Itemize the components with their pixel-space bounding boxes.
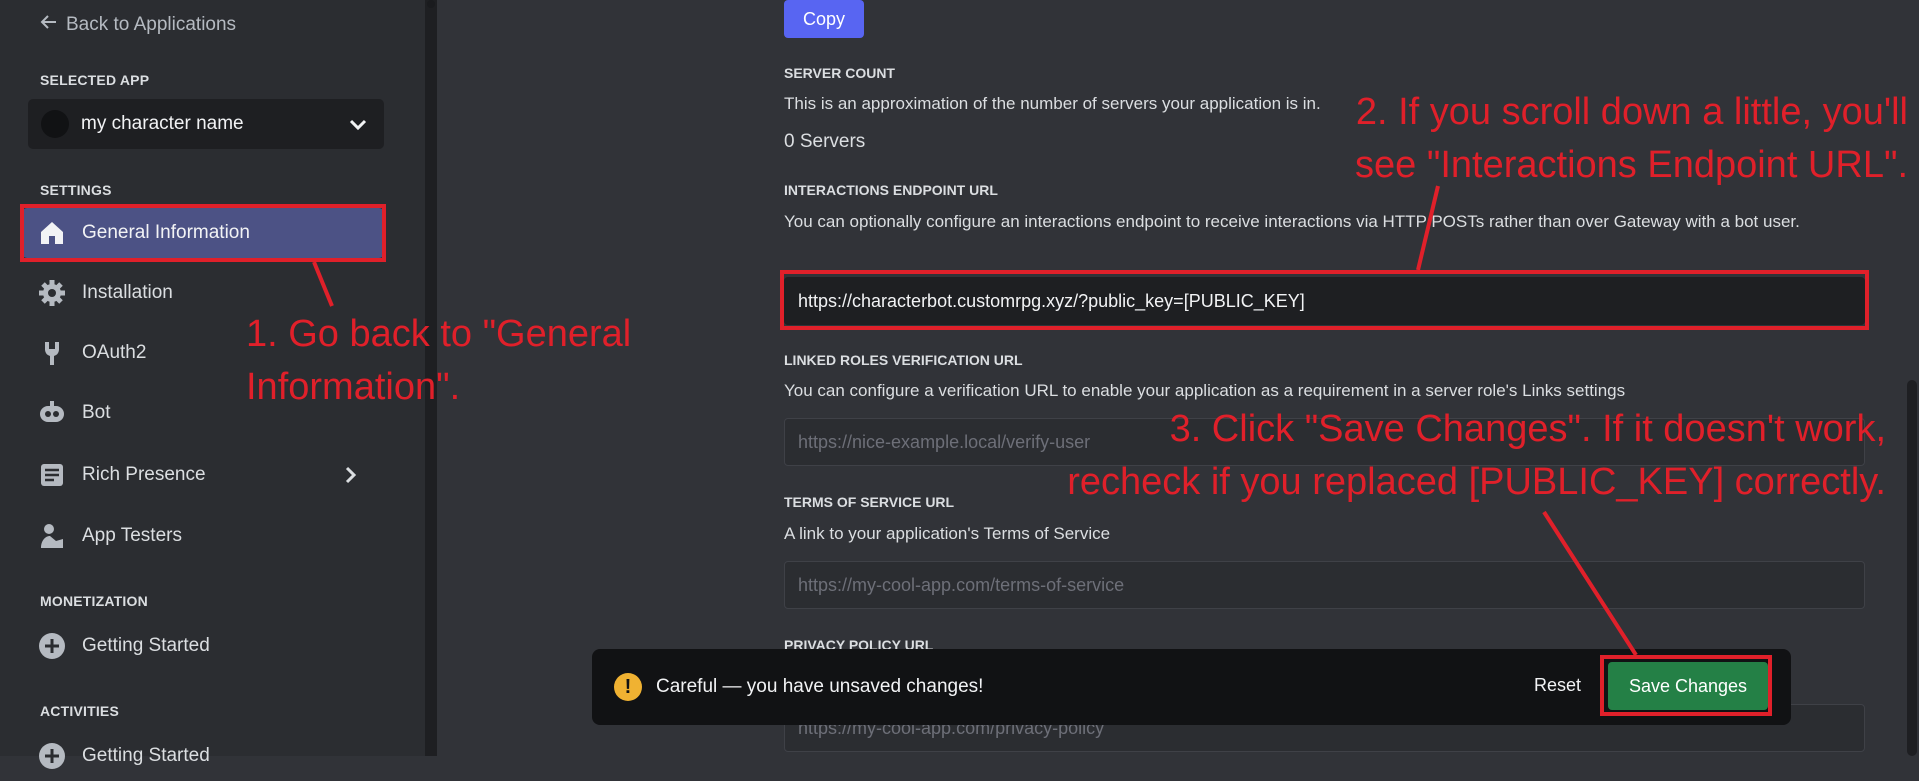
sidebar-item-label: App Testers xyxy=(82,525,182,546)
annotation-step-1: 1. Go back to "General Information". xyxy=(246,308,631,414)
annotation-step-2-line-1: 2. If you scroll down a little, you'll xyxy=(1355,91,1908,133)
unsaved-message: Careful — you have unsaved changes! xyxy=(656,676,984,697)
sidebar-item-label: OAuth2 xyxy=(82,342,147,363)
back-label: Back to Applications xyxy=(66,14,237,35)
document-icon xyxy=(38,461,66,489)
tos-input[interactable]: https://my-cool-app.com/terms-of-service xyxy=(784,561,1865,609)
sidebar-item-label: Getting Started xyxy=(82,635,210,656)
linked-roles-desc: You can configure a verification URL to … xyxy=(784,381,1626,400)
arrow-left-icon xyxy=(40,13,58,37)
content-scrollbar[interactable] xyxy=(1907,380,1917,756)
annotation-box-save-changes xyxy=(1600,655,1772,716)
sidebar-item-app-testers[interactable]: App Testers xyxy=(22,511,384,561)
activities-heading: ACTIVITIES xyxy=(40,703,120,719)
sidebar-item-label: Rich Presence xyxy=(82,464,206,485)
selected-app-heading: SELECTED APP xyxy=(40,72,150,88)
reset-button[interactable]: Reset xyxy=(1534,675,1581,696)
bot-icon xyxy=(38,399,66,427)
back-to-applications-link[interactable]: Back to Applications xyxy=(40,13,236,37)
app-name: my character name xyxy=(81,113,244,134)
annotation-step-3: 3. Click "Save Changes". If it doesn't w… xyxy=(1030,403,1886,509)
server-count-value: 0 Servers xyxy=(784,131,866,152)
sidebar-item-label: Bot xyxy=(82,402,111,423)
tos-title: TERMS OF SERVICE URL xyxy=(784,494,955,510)
warning-icon: ! xyxy=(614,673,642,701)
chevron-right-icon xyxy=(338,463,362,493)
annotation-step-1-line-2: Information". xyxy=(246,366,461,408)
tos-desc: A link to your application's Terms of Se… xyxy=(784,524,1111,543)
plus-circle-icon xyxy=(38,632,66,660)
server-count-title: SERVER COUNT xyxy=(784,65,895,81)
chevron-down-icon xyxy=(346,112,370,141)
annotation-box-general-information xyxy=(20,204,386,262)
monetization-heading: MONETIZATION xyxy=(40,593,148,609)
annotation-step-3-line-2: recheck if you replaced [PUBLIC_KEY] cor… xyxy=(1067,461,1886,503)
interactions-endpoint-title: INTERACTIONS ENDPOINT URL xyxy=(784,182,998,198)
annotation-step-2-line-2: see "Interactions Endpoint URL". xyxy=(1355,144,1908,186)
copy-button[interactable]: Copy xyxy=(784,0,864,38)
plus-circle-icon xyxy=(38,742,66,770)
app-selector[interactable]: my character name xyxy=(28,99,384,149)
user-icon xyxy=(38,522,66,550)
interactions-endpoint-desc: You can optionally configure an interact… xyxy=(784,212,1800,231)
app-avatar xyxy=(41,110,69,138)
sidebar-item-label: Installation xyxy=(82,282,173,303)
wrench-icon xyxy=(38,339,66,367)
annotation-step-3-line-1: 3. Click "Save Changes". If it doesn't w… xyxy=(1169,408,1886,450)
annotation-step-1-line-1: 1. Go back to "General xyxy=(246,313,632,355)
sidebar-item-activities-getting-started[interactable]: Getting Started xyxy=(22,731,384,781)
linked-roles-title: LINKED ROLES VERIFICATION URL xyxy=(784,352,1023,368)
gear-icon xyxy=(38,279,66,307)
sidebar-item-label: Getting Started xyxy=(82,745,210,766)
sidebar-item-monetization-getting-started[interactable]: Getting Started xyxy=(22,621,384,671)
annotation-step-2: 2. If you scroll down a little, you'll s… xyxy=(1318,86,1908,192)
annotation-box-interactions-endpoint xyxy=(780,270,1869,330)
sidebar-item-rich-presence[interactable]: Rich Presence xyxy=(22,450,384,500)
settings-heading: SETTINGS xyxy=(40,182,112,198)
